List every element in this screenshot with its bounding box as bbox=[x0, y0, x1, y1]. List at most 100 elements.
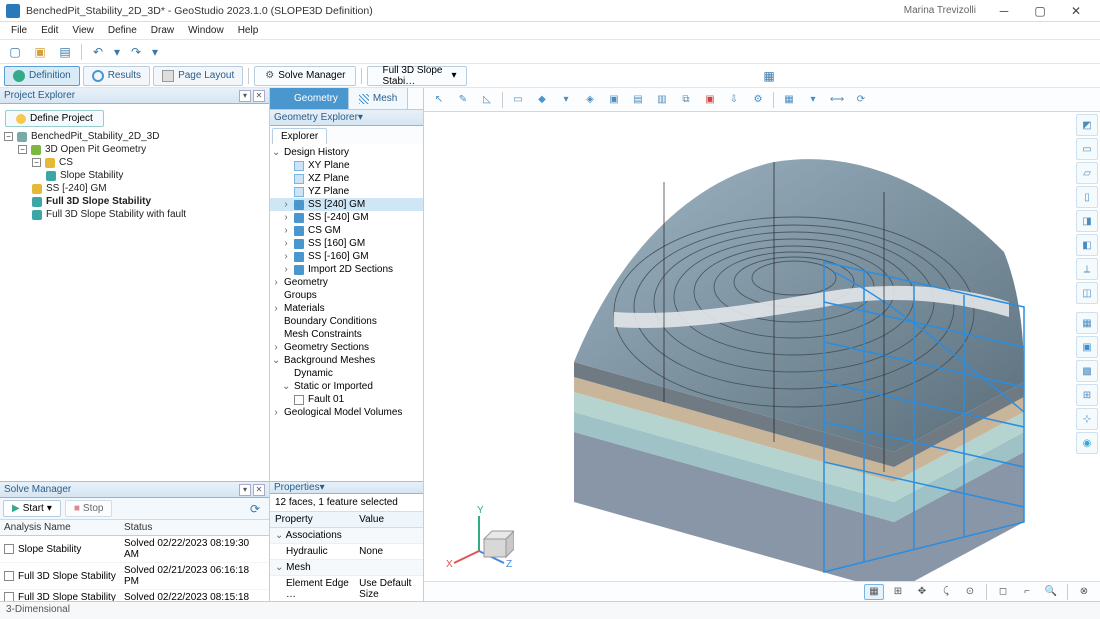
undo-icon[interactable]: ↶ bbox=[87, 42, 109, 62]
edit-icon[interactable]: ✎ bbox=[452, 90, 474, 110]
menu-window[interactable]: Window bbox=[181, 23, 231, 38]
top-view-icon[interactable]: ▱ bbox=[1076, 162, 1098, 184]
tree-cs[interactable]: −CS bbox=[2, 156, 267, 169]
tree-slope-stability[interactable]: Slope Stability bbox=[2, 169, 267, 182]
sketch-icon[interactable]: ◺ bbox=[476, 90, 498, 110]
prop-hydraulic[interactable]: HydraulicNone bbox=[270, 544, 423, 560]
node-fault01[interactable]: Fault 01 bbox=[270, 393, 423, 406]
view-pan-icon[interactable]: ✥ bbox=[912, 584, 932, 600]
pin-icon[interactable]: ▾ bbox=[239, 90, 251, 102]
menu-edit[interactable]: Edit bbox=[34, 23, 65, 38]
node-materials[interactable]: ›Materials bbox=[270, 302, 423, 315]
copy-icon[interactable]: ⧉ bbox=[675, 90, 697, 110]
analysis-dropdown[interactable]: Full 3D Slope Stabi…▾ bbox=[367, 66, 467, 86]
save-icon[interactable]: ▤ bbox=[54, 42, 76, 62]
node-ssn240[interactable]: ›SS [-240] GM bbox=[270, 211, 423, 224]
view-triad[interactable]: Y X Z bbox=[444, 501, 514, 571]
menu-define[interactable]: Define bbox=[101, 23, 144, 38]
grid-icon[interactable]: ⊞ bbox=[1076, 384, 1098, 406]
table-row[interactable]: Full 3D Slope Stability with faultSolved… bbox=[0, 590, 269, 602]
node-xy-plane[interactable]: XY Plane bbox=[270, 159, 423, 172]
open-icon[interactable]: ▣ bbox=[29, 42, 51, 62]
prop-edge[interactable]: Element Edge …Use Default Size bbox=[270, 576, 423, 603]
col-name[interactable]: Analysis Name bbox=[0, 520, 120, 536]
axes-icon[interactable]: ⊹ bbox=[1076, 408, 1098, 430]
tree-full3d[interactable]: Full 3D Slope Stability bbox=[2, 195, 267, 208]
minimize-button[interactable]: ─ bbox=[986, 0, 1022, 22]
menu-help[interactable]: Help bbox=[231, 23, 266, 38]
node-geometry[interactable]: ›Geometry bbox=[270, 276, 423, 289]
pin-icon[interactable]: ▾ bbox=[320, 482, 325, 493]
refresh-icon[interactable]: ⟳ bbox=[850, 90, 872, 110]
view-center-icon[interactable]: ⊙ bbox=[960, 584, 980, 600]
delete-icon[interactable]: ▣ bbox=[699, 90, 721, 110]
persp-icon[interactable]: ◨ bbox=[1076, 210, 1098, 232]
iso-view-icon[interactable]: ◩ bbox=[1076, 114, 1098, 136]
view-orbit-icon[interactable]: ⤹ bbox=[936, 584, 956, 600]
tab-definition[interactable]: Definition bbox=[4, 66, 80, 86]
node-bc[interactable]: Boundary Conditions bbox=[270, 315, 423, 328]
table-row[interactable]: Slope StabilitySolved 02/22/2023 08:19:3… bbox=[0, 536, 269, 563]
menu-view[interactable]: View bbox=[65, 23, 101, 38]
zoom-extents-icon[interactable]: ▦ bbox=[758, 66, 780, 86]
group-mesh[interactable]: ⌄ Mesh bbox=[270, 560, 423, 576]
define-project-button[interactable]: Define Project bbox=[5, 110, 104, 127]
node-ss240[interactable]: ›SS [240] GM bbox=[270, 198, 423, 211]
pin-icon[interactable]: ▾ bbox=[358, 112, 363, 123]
tree-root[interactable]: −BenchedPit_Stability_2D_3D bbox=[2, 130, 267, 143]
cube2-icon[interactable]: ▤ bbox=[627, 90, 649, 110]
section-icon[interactable]: ▦ bbox=[778, 90, 800, 110]
shade1-icon[interactable]: ▦ bbox=[1076, 312, 1098, 334]
view-grid-icon[interactable]: ⊞ bbox=[888, 584, 908, 600]
gear-icon[interactable]: ⚙ bbox=[747, 90, 769, 110]
extrude-icon[interactable]: ◈ bbox=[579, 90, 601, 110]
node-design-history[interactable]: ⌄Design History bbox=[270, 146, 423, 159]
refresh-icon[interactable]: ⟳ bbox=[244, 499, 266, 519]
stop-button[interactable]: ■Stop bbox=[65, 500, 113, 517]
wire-icon[interactable]: ▩ bbox=[1076, 360, 1098, 382]
tree-geometry[interactable]: −3D Open Pit Geometry bbox=[2, 143, 267, 156]
section-dropdown-icon[interactable]: ▾ bbox=[802, 90, 824, 110]
clip-icon[interactable]: ◫ bbox=[1076, 282, 1098, 304]
node-xz-plane[interactable]: XZ Plane bbox=[270, 172, 423, 185]
drop-icon[interactable]: ◉ bbox=[1076, 432, 1098, 454]
menu-file[interactable]: File bbox=[4, 23, 34, 38]
node-bg-meshes[interactable]: ⌄Background Meshes bbox=[270, 354, 423, 367]
maximize-button[interactable]: ▢ bbox=[1022, 0, 1058, 22]
view-zoom-icon[interactable]: 🔍 bbox=[1041, 584, 1061, 600]
node-csgm[interactable]: ›CS GM bbox=[270, 224, 423, 237]
node-groups[interactable]: Groups bbox=[270, 289, 423, 302]
node-ssn160[interactable]: ›SS [-160] GM bbox=[270, 250, 423, 263]
node-gmv[interactable]: ›Geological Model Volumes bbox=[270, 406, 423, 419]
box-dropdown-icon[interactable]: ▾ bbox=[555, 90, 577, 110]
tree-full3d-fault[interactable]: Full 3D Slope Stability with fault bbox=[2, 208, 267, 221]
ortho-icon[interactable]: ◧ bbox=[1076, 234, 1098, 256]
redo-dropdown-icon[interactable]: ▾ bbox=[150, 42, 160, 62]
start-button[interactable]: ▶Start▾ bbox=[3, 500, 61, 517]
box-solid-icon[interactable]: ◆ bbox=[531, 90, 553, 110]
close-icon[interactable]: ✕ bbox=[253, 484, 265, 496]
table-row[interactable]: Full 3D Slope StabilitySolved 02/21/2023… bbox=[0, 563, 269, 590]
sketch2-icon[interactable]: ▭ bbox=[507, 90, 529, 110]
explorer-tab[interactable]: Explorer bbox=[272, 128, 327, 144]
node-geom-sections[interactable]: ›Geometry Sections bbox=[270, 341, 423, 354]
node-ss160[interactable]: ›SS [160] GM bbox=[270, 237, 423, 250]
shade2-icon[interactable]: ▣ bbox=[1076, 336, 1098, 358]
tab-results[interactable]: Results bbox=[83, 66, 150, 86]
group-associations[interactable]: ⌄ Associations bbox=[270, 528, 423, 544]
import-icon[interactable]: ⇩ bbox=[723, 90, 745, 110]
view-measure-icon[interactable]: ⌐ bbox=[1017, 584, 1037, 600]
viewport-3d[interactable]: ◩ ▭ ▱ ▯ ◨ ◧ ⟂ ◫ ▦ ▣ ▩ ⊞ ⊹ ◉ Y X Z bbox=[424, 112, 1100, 581]
front-view-icon[interactable]: ▭ bbox=[1076, 138, 1098, 160]
undo-dropdown-icon[interactable]: ▾ bbox=[112, 42, 122, 62]
solve-manager-button[interactable]: ⚙Solve Manager bbox=[254, 66, 356, 86]
node-dynamic[interactable]: Dynamic bbox=[270, 367, 423, 380]
close-button[interactable]: ✕ bbox=[1058, 0, 1094, 22]
side-view-icon[interactable]: ▯ bbox=[1076, 186, 1098, 208]
cube1-icon[interactable]: ▣ bbox=[603, 90, 625, 110]
measure-icon[interactable]: ⟷ bbox=[826, 90, 848, 110]
view-iso-icon[interactable]: ▦ bbox=[864, 584, 884, 600]
menu-draw[interactable]: Draw bbox=[144, 23, 181, 38]
node-import2d[interactable]: ›Import 2D Sections bbox=[270, 263, 423, 276]
node-static-imported[interactable]: ⌄Static or Imported bbox=[270, 380, 423, 393]
